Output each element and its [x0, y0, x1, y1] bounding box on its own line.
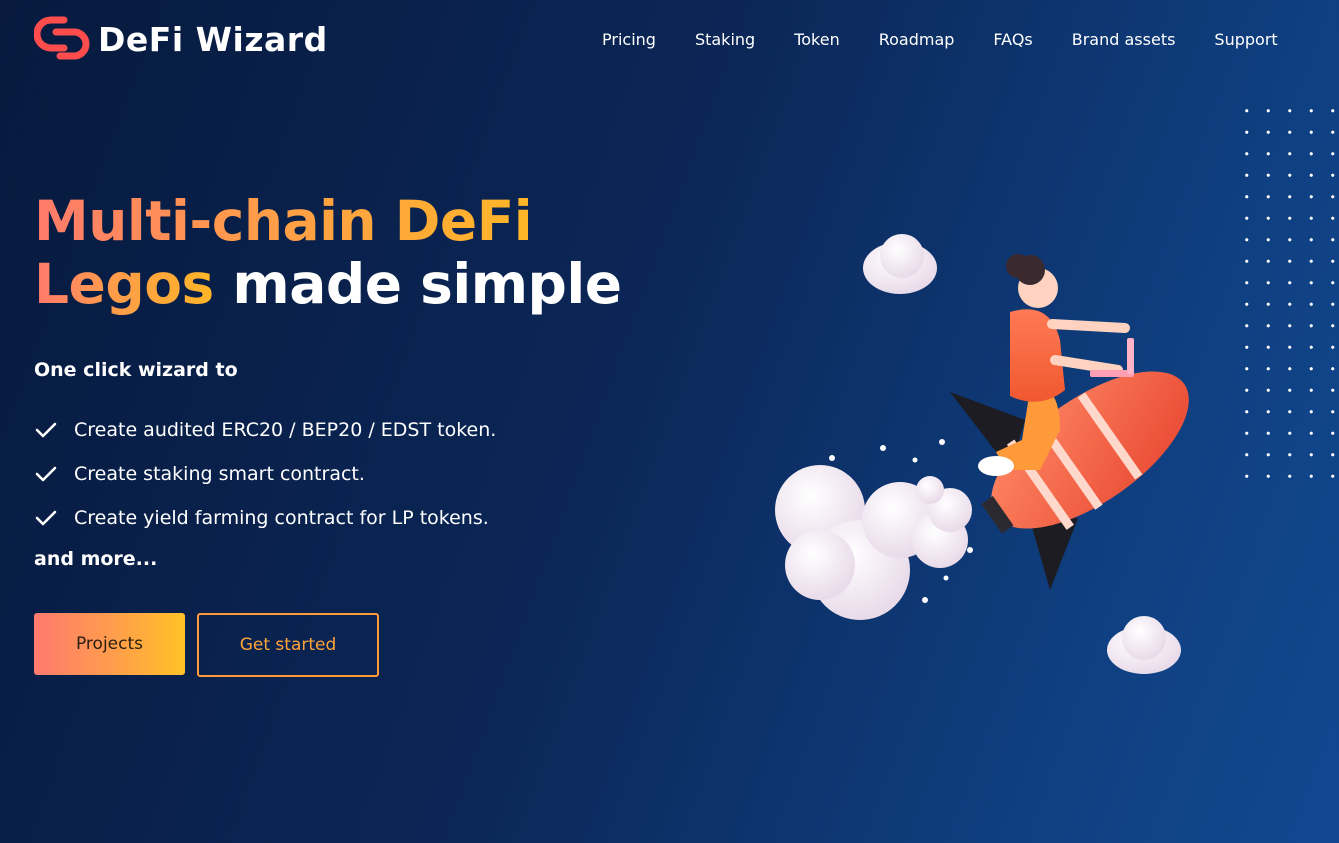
hero-title-legos: Legos	[34, 252, 214, 316]
and-more-text: and more...	[34, 548, 158, 570]
projects-button[interactable]: Projects	[34, 613, 185, 675]
nav-support[interactable]: Support	[1214, 30, 1277, 49]
feature-item: Create audited ERC20 / BEP20 / EDST toke…	[34, 408, 496, 452]
get-started-button[interactable]: Get started	[197, 613, 379, 677]
feature-text: Create yield farming contract for LP tok…	[74, 507, 489, 529]
feature-text: Create staking smart contract.	[74, 463, 365, 485]
cloud-small-bottom	[1107, 616, 1181, 674]
check-icon	[34, 465, 62, 483]
feature-item: Create staking smart contract.	[34, 452, 496, 496]
nav-brand-assets[interactable]: Brand assets	[1072, 30, 1176, 49]
main-nav: Pricing Staking Token Roadmap FAQs Brand…	[602, 30, 1278, 49]
check-icon	[34, 421, 62, 439]
exhaust-cloud	[775, 439, 973, 620]
check-icon	[34, 509, 62, 527]
hero-intro: One click wizard to	[34, 359, 238, 381]
feature-text: Create audited ERC20 / BEP20 / EDST toke…	[74, 419, 497, 441]
hero-title-line1: Multi-chain DeFi	[34, 189, 533, 253]
nav-staking[interactable]: Staking	[695, 30, 755, 49]
defi-wizard-logo-icon	[34, 16, 90, 60]
brand-logo[interactable]: DeFi Wizard	[34, 14, 328, 64]
hero-title: Multi-chain DeFi Legos made simple	[34, 190, 622, 316]
brand-name: DeFi Wizard	[98, 19, 328, 59]
feature-item: Create yield farming contract for LP tok…	[34, 496, 496, 540]
nav-token[interactable]: Token	[794, 30, 840, 49]
dot-grid-decoration	[1236, 100, 1339, 490]
nav-pricing[interactable]: Pricing	[602, 30, 656, 49]
cloud-small-top	[863, 234, 937, 294]
nav-faqs[interactable]: FAQs	[993, 30, 1032, 49]
hero-title-made-simple: made simple	[232, 252, 622, 316]
feature-list: Create audited ERC20 / BEP20 / EDST toke…	[34, 408, 496, 540]
nav-roadmap[interactable]: Roadmap	[879, 30, 955, 49]
rocket-rider-illustration	[775, 234, 1189, 674]
